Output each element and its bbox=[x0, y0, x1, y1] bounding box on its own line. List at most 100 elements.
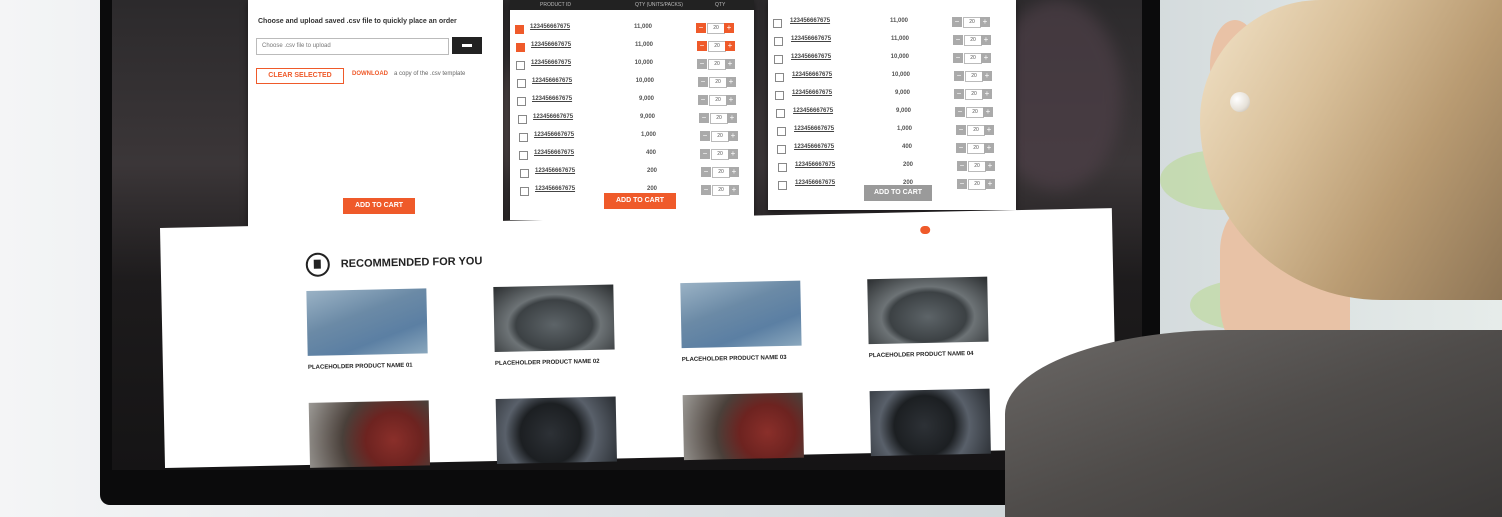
quantity-stepper[interactable]: − 20 + bbox=[956, 125, 994, 136]
plus-icon[interactable]: + bbox=[729, 185, 739, 195]
minus-icon[interactable]: − bbox=[954, 71, 964, 81]
quantity-stepper[interactable]: − 20 + bbox=[957, 179, 995, 190]
stepper-value[interactable]: 20 bbox=[965, 71, 983, 82]
product-id[interactable]: 123456667675 bbox=[794, 126, 834, 132]
quantity-stepper[interactable]: − 20 + bbox=[700, 131, 738, 142]
cart-badge-icon[interactable] bbox=[920, 225, 931, 235]
product-id[interactable]: 123456667675 bbox=[792, 90, 832, 96]
quantity-stepper[interactable]: − 20 + bbox=[701, 185, 739, 196]
stepper-value[interactable]: 20 bbox=[711, 131, 729, 142]
row-checkbox[interactable] bbox=[517, 97, 526, 106]
minus-icon[interactable]: − bbox=[697, 59, 707, 69]
product-id[interactable]: 123456667675 bbox=[530, 24, 570, 30]
minus-icon[interactable]: − bbox=[956, 143, 966, 153]
product-name[interactable]: PLACEHOLDER PRODUCT NAME 02 bbox=[495, 359, 600, 367]
row-checkbox[interactable] bbox=[778, 181, 787, 190]
product-image[interactable] bbox=[493, 284, 615, 353]
product-id[interactable]: 123456667675 bbox=[792, 72, 832, 78]
download-template-link[interactable]: DOWNLOAD bbox=[352, 71, 388, 77]
minus-icon[interactable]: − bbox=[954, 89, 964, 99]
quantity-stepper[interactable]: − 20 + bbox=[698, 95, 736, 106]
stepper-value[interactable]: 20 bbox=[967, 125, 985, 136]
row-checkbox[interactable] bbox=[515, 25, 524, 34]
add-to-cart-button[interactable]: ADD TO CART bbox=[864, 185, 932, 201]
stepper-value[interactable]: 20 bbox=[710, 113, 728, 124]
minus-icon[interactable]: − bbox=[701, 185, 711, 195]
product-name[interactable]: PLACEHOLDER PRODUCT NAME 01 bbox=[308, 363, 413, 371]
plus-icon[interactable]: + bbox=[727, 113, 737, 123]
minus-icon[interactable]: − bbox=[697, 41, 707, 51]
minus-icon[interactable]: − bbox=[696, 23, 706, 33]
row-checkbox[interactable] bbox=[773, 19, 782, 28]
product-id[interactable]: 123456667675 bbox=[535, 186, 575, 192]
row-checkbox[interactable] bbox=[516, 61, 525, 70]
product-id[interactable]: 123456667675 bbox=[531, 60, 571, 66]
add-to-cart-button[interactable]: ADD TO CART bbox=[604, 193, 676, 209]
product-id[interactable]: 123456667675 bbox=[794, 144, 834, 150]
row-checkbox[interactable] bbox=[519, 133, 528, 142]
minus-icon[interactable]: − bbox=[953, 53, 963, 63]
product-name[interactable]: PLACEHOLDER PRODUCT NAME 04 bbox=[869, 351, 974, 359]
row-checkbox[interactable] bbox=[520, 169, 529, 178]
add-to-cart-button[interactable]: ADD TO CART bbox=[343, 198, 415, 214]
plus-icon[interactable]: + bbox=[982, 89, 992, 99]
stepper-value[interactable]: 20 bbox=[708, 59, 726, 70]
minus-icon[interactable]: − bbox=[957, 179, 967, 189]
stepper-value[interactable]: 20 bbox=[965, 89, 983, 100]
quantity-stepper[interactable]: − 20 + bbox=[697, 59, 735, 70]
product-id[interactable]: 123456667675 bbox=[790, 18, 830, 24]
row-checkbox[interactable] bbox=[777, 127, 786, 136]
row-checkbox[interactable] bbox=[516, 43, 525, 52]
product-image[interactable] bbox=[308, 400, 431, 468]
csv-file-input[interactable]: Choose .csv file to upload bbox=[256, 38, 449, 55]
minus-icon[interactable]: − bbox=[953, 35, 963, 45]
plus-icon[interactable]: + bbox=[725, 59, 735, 69]
product-id[interactable]: 123456667675 bbox=[534, 132, 574, 138]
product-id[interactable]: 123456667675 bbox=[793, 108, 833, 114]
stepper-value[interactable]: 20 bbox=[708, 41, 726, 52]
minus-icon[interactable]: − bbox=[699, 113, 709, 123]
stepper-value[interactable]: 20 bbox=[964, 53, 982, 64]
quantity-stepper[interactable]: − 20 + bbox=[953, 53, 991, 64]
stepper-value[interactable]: 20 bbox=[968, 161, 986, 172]
minus-icon[interactable]: − bbox=[700, 149, 710, 159]
plus-icon[interactable]: + bbox=[985, 161, 995, 171]
minus-icon[interactable]: − bbox=[957, 161, 967, 171]
product-image[interactable] bbox=[869, 388, 991, 457]
minus-icon[interactable]: − bbox=[698, 77, 708, 87]
plus-icon[interactable]: + bbox=[985, 179, 995, 189]
quantity-stepper[interactable]: − 20 + bbox=[698, 77, 736, 88]
product-id[interactable]: 123456667675 bbox=[795, 162, 835, 168]
product-id[interactable]: 123456667675 bbox=[532, 78, 572, 84]
stepper-value[interactable]: 20 bbox=[963, 17, 981, 28]
product-image[interactable] bbox=[682, 392, 804, 461]
quantity-stepper[interactable]: − 20 + bbox=[954, 89, 992, 100]
quantity-stepper[interactable]: − 20 + bbox=[697, 41, 735, 52]
row-checkbox[interactable] bbox=[518, 115, 527, 124]
plus-icon[interactable]: + bbox=[729, 167, 739, 177]
quantity-stepper[interactable]: − 20 + bbox=[952, 17, 990, 28]
quantity-stepper[interactable]: − 20 + bbox=[957, 161, 995, 172]
plus-icon[interactable]: + bbox=[983, 107, 993, 117]
product-id[interactable]: 123456667675 bbox=[531, 42, 571, 48]
plus-icon[interactable]: + bbox=[984, 125, 994, 135]
quantity-stepper[interactable]: − 20 + bbox=[955, 107, 993, 118]
stepper-value[interactable]: 20 bbox=[709, 95, 727, 106]
row-checkbox[interactable] bbox=[775, 91, 784, 100]
clear-selected-button[interactable]: CLEAR SELECTED bbox=[256, 68, 344, 84]
stepper-value[interactable]: 20 bbox=[711, 149, 729, 160]
stepper-value[interactable]: 20 bbox=[964, 35, 982, 46]
plus-icon[interactable]: + bbox=[725, 41, 735, 51]
minus-icon[interactable]: − bbox=[956, 125, 966, 135]
quantity-stepper[interactable]: − 20 + bbox=[699, 113, 737, 124]
product-id[interactable]: 123456667675 bbox=[535, 168, 575, 174]
plus-icon[interactable]: + bbox=[726, 95, 736, 105]
plus-icon[interactable]: + bbox=[981, 53, 991, 63]
row-checkbox[interactable] bbox=[776, 109, 785, 118]
plus-icon[interactable]: + bbox=[726, 77, 736, 87]
plus-icon[interactable]: + bbox=[728, 131, 738, 141]
product-image[interactable] bbox=[306, 288, 428, 356]
row-checkbox[interactable] bbox=[775, 73, 784, 82]
quantity-stepper[interactable]: − 20 + bbox=[953, 35, 991, 46]
quantity-stepper[interactable]: − 20 + bbox=[954, 71, 992, 82]
